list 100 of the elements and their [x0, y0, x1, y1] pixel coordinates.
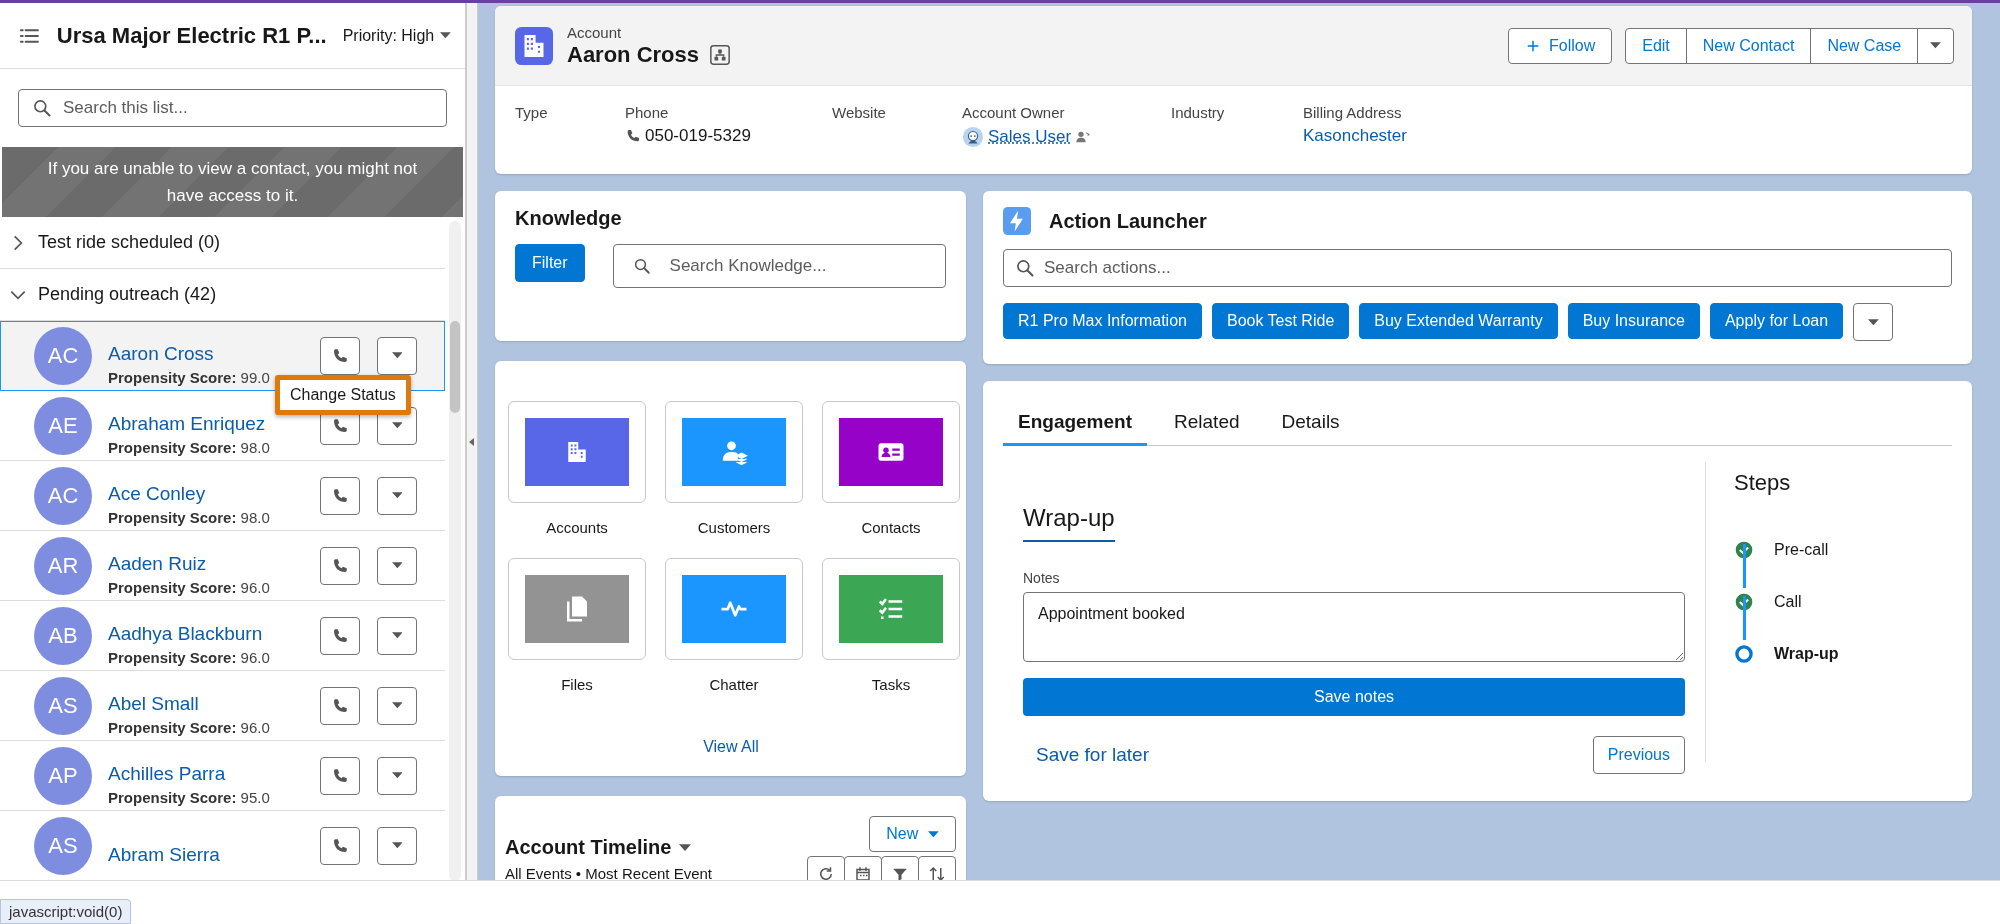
contact-name-link[interactable]: Abel Small	[108, 693, 199, 715]
tab[interactable]: Details	[1266, 403, 1355, 446]
more-actions-button[interactable]	[1853, 303, 1894, 341]
step-label: Wrap-up	[1774, 645, 1839, 663]
phone-icon	[331, 556, 349, 575]
field-label: Industry	[1171, 104, 1226, 121]
action-button[interactable]: Edit	[1625, 27, 1687, 64]
phone-icon	[331, 416, 349, 435]
contact-row[interactable]: AS Abel Small Propensity Score: 96.0	[0, 671, 445, 741]
new-dropdown-button[interactable]: New	[869, 816, 956, 852]
avatar-initials: AS	[34, 676, 92, 735]
steps-title: Steps	[1734, 470, 1792, 496]
owner-link[interactable]: Sales User	[988, 127, 1072, 147]
tab[interactable]: Engagement	[1003, 403, 1148, 446]
call-button[interactable]	[320, 756, 360, 795]
avatar-initials: AC	[34, 466, 92, 525]
follow-button[interactable]: Follow	[1508, 27, 1613, 64]
contact-name-link[interactable]: Aaron Cross	[108, 343, 214, 365]
caret-down-icon	[391, 562, 403, 569]
contact-row[interactable]: AC Ace Conley Propensity Score: 98.0	[0, 461, 445, 531]
refresh-icon	[817, 865, 835, 880]
tab[interactable]: Related	[1159, 403, 1255, 446]
contact-name-link[interactable]: Achilles Parra	[108, 763, 226, 785]
change-status-menu-item[interactable]: Change Status	[275, 375, 411, 415]
hierarchy-icon[interactable]	[709, 43, 732, 66]
caret-down-icon	[928, 830, 939, 838]
phone-icon	[331, 836, 349, 855]
collapse-arrow-icon[interactable]	[469, 437, 475, 446]
status-url-tooltip: javascript:void(0)	[0, 899, 132, 924]
caret-down-icon	[1867, 318, 1879, 326]
change-owner-icon[interactable]	[1075, 129, 1092, 145]
search-field[interactable]: Search this list...	[18, 89, 447, 127]
caret-down-icon	[1930, 42, 1941, 49]
caret-down-icon	[391, 772, 403, 779]
quick-action-button[interactable]: R1 Pro Max Information	[1003, 303, 1202, 339]
caret-down-icon	[440, 32, 451, 39]
list-group-header[interactable]: Test ride scheduled (0)	[0, 217, 445, 269]
step-label: Pre-call	[1774, 541, 1829, 559]
quick-action-button[interactable]: Buy Extended Warranty	[1359, 303, 1558, 339]
contact-name-link[interactable]: Aadhya Blackburn	[108, 623, 263, 645]
propensity-score: Propensity Score: 96.0	[108, 719, 271, 736]
address-link[interactable]: Kasonchester	[1303, 126, 1407, 146]
row-menu-button[interactable]	[377, 476, 417, 515]
search-icon	[32, 98, 52, 118]
save-notes-button[interactable]: Save notes	[1023, 678, 1685, 716]
propensity-score: Propensity Score: 95.0	[108, 789, 271, 806]
caret-down-icon[interactable]	[679, 843, 692, 852]
caret-down-icon	[391, 492, 403, 499]
row-menu-button[interactable]	[377, 826, 417, 865]
row-menu-button[interactable]	[377, 546, 417, 585]
timeline-filter-summary: All Events • Most Recent Event	[505, 865, 713, 880]
filter-button[interactable]: Filter	[515, 244, 585, 282]
contact-name-link[interactable]: Abraham Enriquez	[108, 413, 266, 435]
contact-row[interactable]: AR Aaden Ruiz Propensity Score: 96.0	[0, 531, 445, 601]
phone-icon	[331, 626, 349, 645]
notes-field[interactable]: Appointment booked	[1023, 592, 1685, 662]
field-label: Phone	[625, 104, 670, 121]
phone-icon	[625, 128, 641, 144]
contact-name-link[interactable]: Aaden Ruiz	[108, 553, 207, 575]
row-menu-button[interactable]	[377, 336, 417, 375]
quick-action-button[interactable]: Apply for Loan	[1709, 303, 1844, 339]
priority-filter-dropdown[interactable]: Priority: High	[342, 26, 451, 45]
contact-row[interactable]: AB Aadhya Blackburn Propensity Score: 96.0	[0, 601, 445, 671]
view-all-link[interactable]: View All	[697, 737, 765, 757]
account-icon	[515, 26, 553, 65]
field-label: Type	[515, 104, 549, 121]
propensity-score: Propensity Score: 98.0	[108, 439, 271, 456]
quick-action-button[interactable]: Buy Insurance	[1567, 303, 1700, 339]
call-button[interactable]	[320, 546, 360, 585]
caret-down-icon	[391, 702, 403, 709]
actions-search-field[interactable]: Search actions...	[1003, 249, 1952, 287]
scrollbar[interactable]	[449, 221, 461, 880]
action-button[interactable]: New Case	[1810, 27, 1919, 64]
phone-icon	[331, 766, 349, 785]
propensity-score: Propensity Score: 96.0	[108, 579, 271, 596]
previous-button[interactable]: Previous	[1592, 736, 1685, 774]
avatar-initials: AS	[34, 816, 92, 875]
action-button[interactable]: New Contact	[1685, 27, 1812, 64]
call-button[interactable]	[320, 686, 360, 725]
user-avatar-icon	[962, 126, 984, 148]
propensity-score: Propensity Score: 99.0	[108, 369, 271, 386]
call-button[interactable]	[320, 826, 360, 865]
save-for-later-link[interactable]: Save for later	[1023, 744, 1162, 766]
call-button[interactable]	[320, 336, 360, 375]
card-title: Action Launcher	[1049, 209, 1207, 233]
row-menu-button[interactable]	[377, 616, 417, 655]
more-actions-button[interactable]	[1917, 27, 1954, 64]
call-button[interactable]	[320, 616, 360, 655]
knowledge-search-field[interactable]: Search Knowledge...	[612, 244, 946, 288]
contact-row[interactable]: AP Achilles Parra Propensity Score: 95.0	[0, 741, 445, 811]
field-label: Website	[832, 104, 887, 121]
quick-action-button[interactable]: Book Test Ride	[1211, 303, 1350, 339]
row-menu-button[interactable]	[377, 756, 417, 795]
contact-name-link[interactable]: Abram Sierra	[108, 843, 220, 866]
field-label: Notes	[1023, 570, 1061, 586]
row-menu-button[interactable]	[377, 686, 417, 725]
propensity-score: Propensity Score: 96.0	[108, 649, 271, 666]
call-button[interactable]	[320, 476, 360, 515]
access-notice: If you are unable to view a contact, you might not have access to it.	[2, 147, 463, 217]
contact-name-link[interactable]: Ace Conley	[108, 483, 206, 505]
